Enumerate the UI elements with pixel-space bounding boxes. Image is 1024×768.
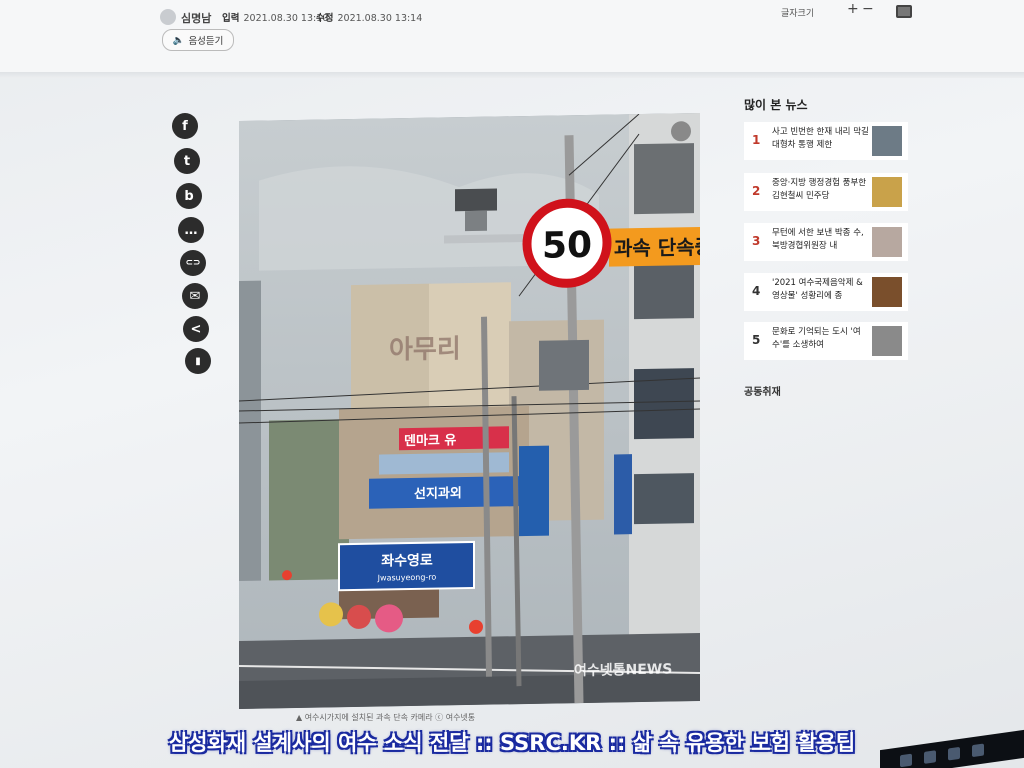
news-rank: 5 [752, 333, 761, 347]
news-title[interactable]: 중앙·지방 행정경험 풍부한 김현철씨 민주당 [772, 177, 870, 203]
joint-coverage-heading: 공동취재 [744, 387, 781, 398]
popular-news-title: 많이 본 뉴스 [744, 98, 808, 112]
news-thumbnail[interactable] [872, 277, 902, 307]
modified-date: 수정 2021.08.30 13:14 [316, 13, 423, 24]
news-title[interactable]: 문화로 기억되는 도시 '여수'를 소생하여 [772, 326, 870, 352]
news-title[interactable]: '2021 여수국제음악제 & 영상물' 성황리에 종 [772, 277, 870, 303]
published-date: 입력 2021.08.30 13:10 [222, 13, 329, 24]
popular-news-item[interactable]: 2 중앙·지방 행정경험 풍부한 김현철씨 민주당 [744, 173, 908, 211]
news-title[interactable]: 무턴에 서한 보낸 박종 수, 북방경협위원장 내 [772, 227, 870, 253]
author-avatar [160, 9, 176, 25]
road-sign-subtext: Jwasuyeong-ro [377, 573, 437, 583]
speaker-icon: 🔈 [172, 34, 185, 46]
news-thumbnail[interactable] [872, 227, 902, 257]
author-name[interactable]: 심명남 [181, 10, 211, 26]
popular-news-item[interactable]: 4 '2021 여수국제음악제 & 영상물' 성황리에 종 [744, 273, 908, 311]
overlay-banner-text: 삼성화재 설계사의 여수 소식 전달 :: SSRC.KR :: 삶 속 유용한… [168, 731, 856, 755]
article-photo[interactable]: 과속 단속중 50 아무리 덴마크 유 선지과외 좌수영로 Jwasuyeong… [239, 112, 700, 710]
street-scene-image: 과속 단속중 50 아무리 덴마크 유 선지과외 좌수영로 Jwasuyeong… [239, 112, 700, 710]
news-title[interactable]: 사고 빈번한 한재 내리 막길 대형차 통행 제한 [772, 126, 870, 152]
link-copy-icon[interactable]: ⊂⊃ [180, 250, 206, 276]
facebook-share-icon[interactable]: f [172, 113, 198, 139]
news-rank: 1 [752, 133, 761, 147]
news-rank: 3 [752, 234, 761, 248]
twitter-share-icon[interactable]: t [174, 148, 200, 174]
bookmark-icon[interactable]: ▮ [185, 348, 211, 374]
listen-button[interactable]: 🔈 음성듣기 [162, 29, 234, 51]
print-icon[interactable] [896, 5, 912, 18]
popular-news-item[interactable]: 3 무턴에 서한 보낸 박종 수, 북방경협위원장 내 [744, 223, 908, 261]
article-header: 심명남 입력 2021.08.30 13:10 수정 2021.08.30 13:1… [0, 0, 1024, 78]
share-icon[interactable]: < [183, 316, 209, 342]
popular-news-item[interactable]: 5 문화로 기억되는 도시 '여수'를 소생하여 [744, 322, 908, 360]
font-increase-button[interactable]: + [847, 2, 859, 16]
blog-share-icon[interactable]: b [176, 183, 202, 209]
news-rank: 2 [752, 184, 761, 198]
speed-limit-text: 50 [542, 225, 592, 267]
shop-sign-text: 덴마크 유 [404, 432, 456, 449]
news-thumbnail[interactable] [872, 126, 902, 156]
photo-watermark: 여수넷통NEWS [574, 660, 672, 679]
kakaotalk-share-icon[interactable]: … [178, 217, 204, 243]
roof-text: 아무리 [389, 334, 461, 365]
email-share-icon[interactable]: ✉ [182, 283, 208, 309]
monitor-screen: 심명남 입력 2021.08.30 13:10 수정 2021.08.30 13:1… [0, 0, 1024, 768]
popular-news-item[interactable]: 1 사고 빈번한 한재 내리 막길 대형차 통행 제한 [744, 122, 908, 160]
news-thumbnail[interactable] [872, 326, 902, 356]
enforcement-sign-text: 과속 단속중 [614, 235, 700, 261]
building-sign-text: 선지과외 [414, 485, 462, 502]
font-size-label: 글자크기 [781, 9, 815, 19]
font-decrease-button[interactable]: − [862, 2, 874, 16]
road-sign-text: 좌수영로 [381, 552, 433, 570]
news-thumbnail[interactable] [872, 177, 902, 207]
news-rank: 4 [752, 284, 761, 298]
